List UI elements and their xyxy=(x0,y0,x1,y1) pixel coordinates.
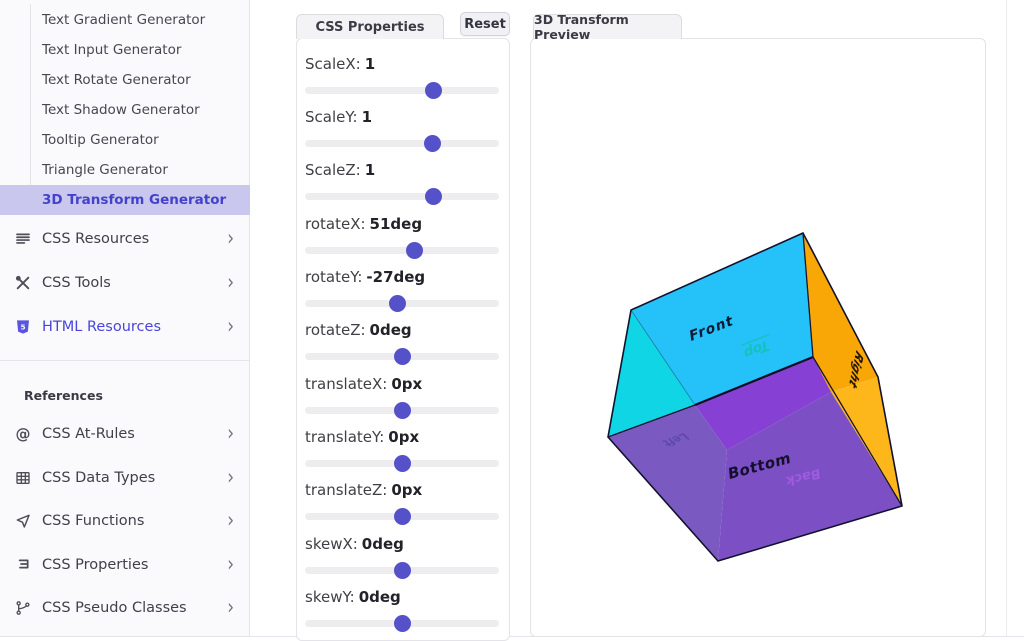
tools-icon xyxy=(14,274,32,292)
translatez-slider-thumb[interactable] xyxy=(394,508,411,525)
sidebar-item-html-resources[interactable]: 5 HTML Resources › xyxy=(0,311,250,343)
css-properties-panel: ScaleX:1 ScaleY:1 ScaleZ:1 rotateX:51deg… xyxy=(296,38,510,641)
sidebar: Text Gradient Generator Text Input Gener… xyxy=(0,0,250,636)
tab-css-properties[interactable]: CSS Properties xyxy=(296,14,444,39)
sidebar-item-css-functions[interactable]: CSS Functions › xyxy=(0,505,250,537)
rotatez-slider-track[interactable] xyxy=(305,353,499,360)
slider-label: skewY:0deg xyxy=(305,588,501,606)
slider-label: rotateX:51deg xyxy=(305,215,501,233)
sidebar-item-text-rotate-generator[interactable]: Text Rotate Generator xyxy=(0,65,250,95)
slider-label: ScaleX:1 xyxy=(305,55,501,73)
at-sign-icon: @ xyxy=(14,425,32,443)
slider-label: ScaleY:1 xyxy=(305,108,501,126)
scalex-slider-track[interactable] xyxy=(305,87,499,94)
slider-row-scalex: ScaleX:1 xyxy=(305,55,501,107)
slider-label: translateX:0px xyxy=(305,375,501,393)
slider-label: rotateZ:0deg xyxy=(305,321,501,339)
translatex-slider-track[interactable] xyxy=(305,407,499,414)
translatex-slider-thumb[interactable] xyxy=(394,402,411,419)
sidebar-item-label: CSS Properties xyxy=(42,557,227,573)
sidebar-item-text-gradient-generator[interactable]: Text Gradient Generator xyxy=(0,5,250,35)
slider-row-skewx: skewX:0deg xyxy=(305,535,501,587)
tab-3d-transform-preview[interactable]: 3D Transform Preview xyxy=(533,14,682,39)
skewy-slider-track[interactable] xyxy=(305,620,499,627)
scalex-slider-thumb[interactable] xyxy=(425,82,442,99)
send-triangle-icon xyxy=(14,512,32,530)
rotatex-slider-track[interactable] xyxy=(305,247,499,254)
sidebar-item-label: HTML Resources xyxy=(42,319,227,335)
sidebar-item-label: CSS At-Rules xyxy=(42,426,227,442)
chevron-right-icon: › xyxy=(227,228,234,249)
sidebar-item-text-shadow-generator[interactable]: Text Shadow Generator xyxy=(0,95,250,125)
chevron-right-icon: › xyxy=(227,316,234,337)
sidebar-item-css-pseudo-classes[interactable]: CSS Pseudo Classes › xyxy=(0,592,250,624)
branch-icon xyxy=(14,599,32,617)
slider-row-rotatex: rotateX:51deg xyxy=(305,215,501,267)
skewy-slider-thumb[interactable] xyxy=(394,615,411,632)
rotatey-slider-track[interactable] xyxy=(305,300,499,307)
sidebar-item-tooltip-generator[interactable]: Tooltip Generator xyxy=(0,125,250,155)
chevron-right-icon: › xyxy=(227,597,234,618)
list-lines-icon xyxy=(14,230,32,248)
slider-row-rotatey: rotateY:-27deg xyxy=(305,268,501,320)
sidebar-item-css-at-rules[interactable]: @ CSS At-Rules › xyxy=(0,418,250,450)
slider-row-skewy: skewY:0deg xyxy=(305,588,501,640)
slider-row-translatey: translateY:0px xyxy=(305,428,501,480)
sidebar-divider xyxy=(0,360,250,361)
rotatex-slider-thumb[interactable] xyxy=(406,242,423,259)
sidebar-item-css-tools[interactable]: CSS Tools › xyxy=(0,267,250,299)
scaley-slider-track[interactable] xyxy=(305,140,499,147)
rotatez-slider-thumb[interactable] xyxy=(394,348,411,365)
sidebar-item-triangle-generator[interactable]: Triangle Generator xyxy=(0,155,250,185)
chevron-right-icon: › xyxy=(227,510,234,531)
chevron-right-icon: › xyxy=(227,554,234,575)
rotatey-slider-thumb[interactable] xyxy=(389,295,406,312)
reset-button[interactable]: Reset xyxy=(460,12,510,36)
slider-label: ScaleZ:1 xyxy=(305,161,501,179)
sidebar-item-label: CSS Resources xyxy=(42,231,227,247)
slider-row-scaley: ScaleY:1 xyxy=(305,108,501,160)
scalez-slider-track[interactable] xyxy=(305,193,499,200)
scaley-slider-thumb[interactable] xyxy=(424,135,441,152)
skewx-slider-thumb[interactable] xyxy=(394,562,411,579)
html5-shield-icon: 5 xyxy=(14,318,32,336)
sidebar-item-text-input-generator[interactable]: Text Input Generator xyxy=(0,35,250,65)
sidebar-item-label: CSS Pseudo Classes xyxy=(42,600,227,616)
slider-label: skewX:0deg xyxy=(305,535,501,553)
slider-row-translatez: translateZ:0px xyxy=(305,481,501,533)
sidebar-item-css-properties[interactable]: CSS Properties › xyxy=(0,549,250,581)
slider-row-translatex: translateX:0px xyxy=(305,375,501,427)
translatez-slider-track[interactable] xyxy=(305,513,499,520)
slider-label: translateY:0px xyxy=(305,428,501,446)
slider-label: translateZ:0px xyxy=(305,481,501,499)
slider-label: rotateY:-27deg xyxy=(305,268,501,286)
slider-row-scalez: ScaleZ:1 xyxy=(305,161,501,213)
css-brackets-icon xyxy=(14,556,32,574)
translatey-slider-track[interactable] xyxy=(305,460,499,467)
references-header: References xyxy=(24,388,103,403)
table-grid-icon xyxy=(14,469,32,487)
skewx-slider-track[interactable] xyxy=(305,567,499,574)
chevron-right-icon: › xyxy=(227,272,234,293)
sidebar-item-label: CSS Data Types xyxy=(42,470,227,486)
svg-text:5: 5 xyxy=(20,322,25,331)
sidebar-item-css-data-types[interactable]: CSS Data Types › xyxy=(0,462,250,494)
sidebar-item-label: CSS Functions xyxy=(42,513,227,529)
scalez-slider-thumb[interactable] xyxy=(425,188,442,205)
3d-cube-preview: Front Top Right Bottom Back Left xyxy=(530,0,1010,641)
chevron-right-icon: › xyxy=(227,423,234,444)
chevron-right-icon: › xyxy=(227,467,234,488)
sidebar-item-3d-transform-generator[interactable]: 3D Transform Generator xyxy=(0,185,250,215)
sidebar-item-css-resources[interactable]: CSS Resources › xyxy=(0,223,250,255)
slider-row-rotatez: rotateZ:0deg xyxy=(305,321,501,373)
translatey-slider-thumb[interactable] xyxy=(394,455,411,472)
sidebar-item-label: CSS Tools xyxy=(42,275,227,291)
